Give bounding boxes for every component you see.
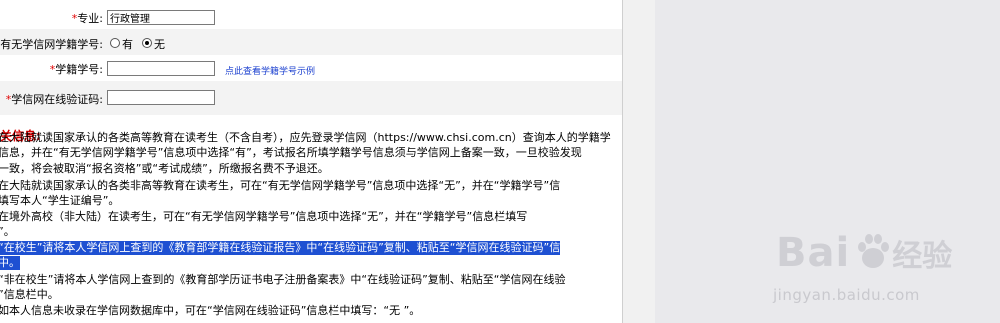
notes-line: ”信息栏中。 bbox=[0, 288, 59, 301]
notes-line: 在大陆就读国家承认的各类高等教育在读考生（不含自考），应先登录学信网（https… bbox=[0, 131, 611, 144]
notes-line: “非在校生”请将本人学信网上查到的《教育部学历证书电子注册备案表》中“在线验证码… bbox=[0, 273, 566, 286]
notes-line-selected: 中。 bbox=[0, 256, 20, 270]
notes-line: 一致，将会被取消“报名资格”或“考试成绩”，所缴报名费不予退还。 bbox=[0, 162, 329, 175]
radio-yes[interactable] bbox=[110, 38, 120, 48]
form-row-verify-code: *学信网在线验证码: bbox=[0, 81, 622, 115]
radio-no[interactable] bbox=[142, 38, 152, 48]
notes-line: 在境外高校（非大陆）在读考生，可在“有无学信网学籍学号”信息项中选择“无”，并在… bbox=[0, 210, 528, 223]
notes-line-selected: “在校生”请将本人学信网上查到的《教育部学籍在线验证报告》中“在线验证码”复制、… bbox=[0, 241, 561, 255]
verify-code-label: *学信网在线验证码: bbox=[5, 93, 103, 106]
registration-form-panel: *专业: 有无学信网学籍学号: 有 无 *学籍学号: 点此查看学籍学号示例 *学… bbox=[0, 0, 622, 323]
has-xuexin-label: 有无学信网学籍学号: bbox=[0, 38, 103, 51]
watermark-url: jingyan.baidu.com bbox=[773, 286, 920, 304]
form-row-has-xuexin: 有无学信网学籍学号: 有 无 bbox=[0, 29, 622, 55]
notes-line: 如本人信息未收录在学信网数据库中，可在“学信网在线验证码”信息栏中填写：“无 ”… bbox=[0, 304, 421, 317]
notes-line: ”。 bbox=[0, 225, 15, 238]
student-id-label: *学籍学号: bbox=[49, 63, 103, 76]
major-label: *专业: bbox=[71, 12, 103, 25]
student-id-input[interactable] bbox=[107, 61, 215, 76]
scroll-gutter[interactable] bbox=[623, 0, 655, 323]
form-row-major: *专业: bbox=[0, 3, 622, 29]
verify-code-input[interactable] bbox=[107, 90, 215, 105]
major-input[interactable] bbox=[107, 10, 215, 25]
form-row-student-id: *学籍学号: 点此查看学籍学号示例 bbox=[0, 55, 622, 81]
student-id-example-link[interactable]: 点此查看学籍学号示例 bbox=[225, 64, 315, 77]
notes-line: 在大陆就读国家承认的各类非高等教育在读考生，可在“有无学信网学籍学号”信息项中选… bbox=[0, 179, 561, 192]
baidu-paw-icon bbox=[858, 234, 889, 268]
radio-yes-label: 有 bbox=[122, 38, 133, 51]
notes-line: 填写本人“学生证编号”。 bbox=[0, 194, 120, 207]
notes-line: 信息，并在“有无学信网学籍学号”信息项中选择“有”，考试报名所填学籍学号信息须与… bbox=[0, 146, 582, 159]
radio-no-label: 无 bbox=[154, 38, 165, 51]
